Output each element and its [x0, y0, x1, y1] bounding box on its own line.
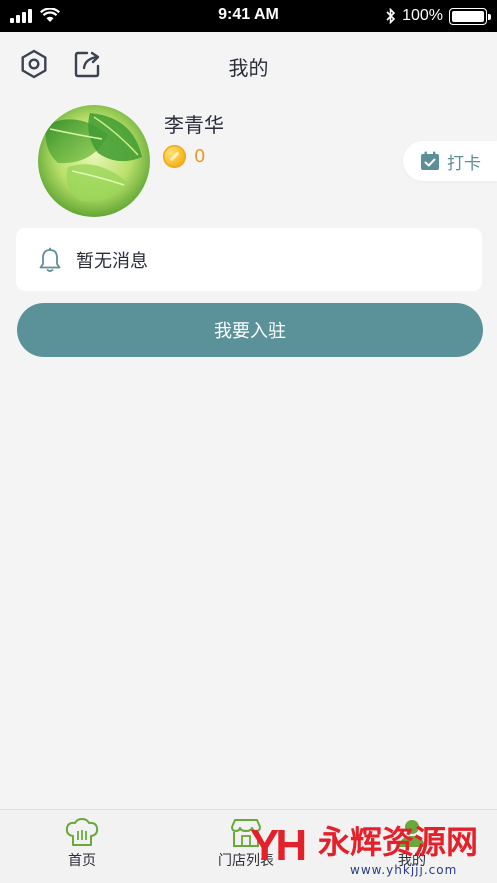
page-title: 我的 — [228, 56, 269, 80]
notification-card[interactable]: 暂无消息 — [16, 228, 482, 291]
join-button[interactable]: 我要入驻 — [17, 303, 483, 357]
battery-percent: 100% — [402, 7, 443, 24]
status-bar: 9:41 AM 100% — [0, 0, 497, 32]
nav-bar: 我的 — [0, 32, 497, 94]
checkin-label: 打卡 — [447, 153, 481, 174]
calendar-check-icon — [421, 151, 439, 170]
coin-count: 0 — [194, 146, 206, 167]
avatar-image — [38, 105, 150, 217]
chef-hat-icon — [65, 818, 99, 846]
watermark-logo: YH — [250, 821, 307, 870]
coin-balance: 0 — [163, 145, 205, 168]
status-right: 100% — [386, 7, 491, 25]
bluetooth-icon — [386, 8, 396, 24]
notification-text: 暂无消息 — [76, 250, 148, 272]
username: 李青华 — [164, 113, 224, 137]
watermark-url: www.yhkjjj.com — [350, 863, 458, 877]
watermark: YH 永辉资源网 www.yhkjjj.com — [250, 820, 495, 880]
coin-icon — [163, 145, 186, 168]
watermark-title: 永辉资源网 — [318, 823, 479, 861]
checkin-button[interactable]: 打卡 — [403, 141, 497, 181]
tab-home[interactable]: 首页 — [64, 818, 100, 870]
battery-icon — [449, 7, 491, 25]
avatar[interactable] — [38, 105, 150, 217]
tab-home-label: 首页 — [68, 853, 96, 869]
bell-icon — [39, 247, 61, 272]
